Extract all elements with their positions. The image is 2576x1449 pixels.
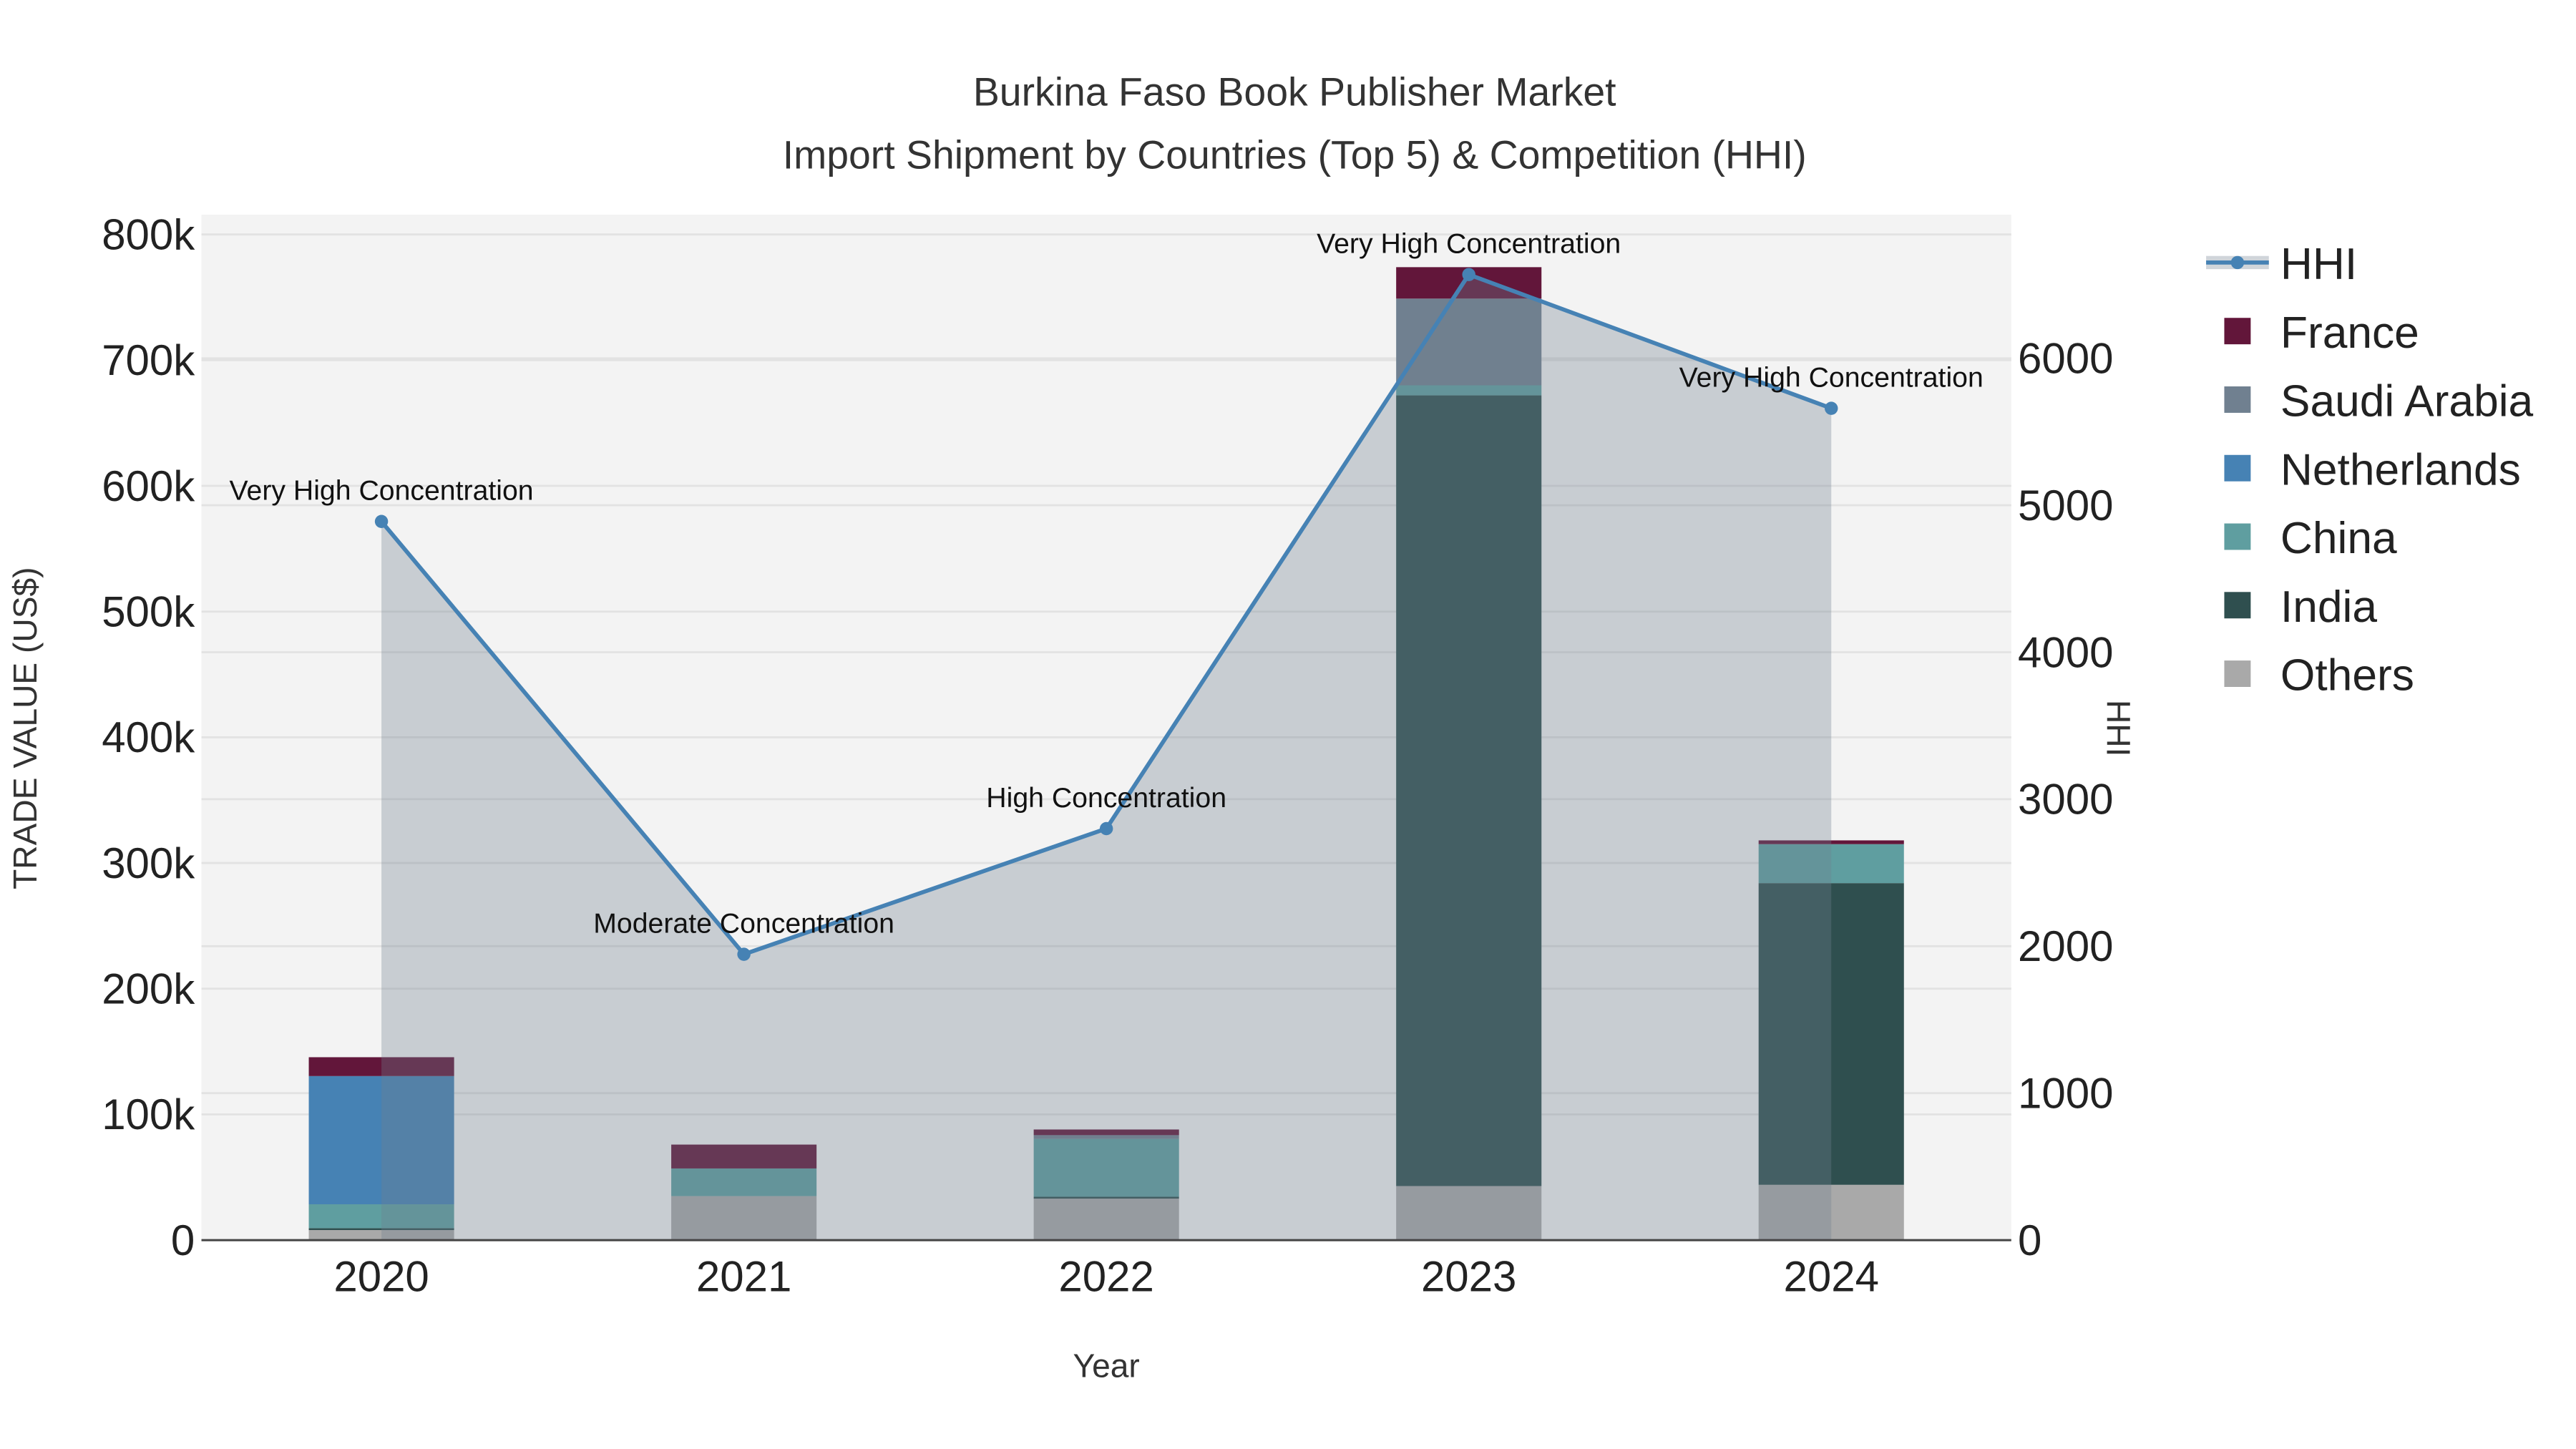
hhi-annotation: Moderate Concentration: [593, 908, 894, 940]
y-tick-label: 400k: [102, 713, 195, 761]
y2-tick-label: 3000: [2018, 776, 2113, 824]
x-tick-label: 2024: [1783, 1253, 1878, 1301]
chart: Very High Concentration Moderate Concentr…: [6, 70, 2534, 1385]
chart-title: Burkina Faso Book Publisher Market: [973, 70, 1616, 114]
legend-item-india[interactable]: India: [2280, 582, 2377, 632]
x-tick-label: 2023: [1421, 1253, 1516, 1301]
y-axis-title: TRADE VALUE (US$): [6, 567, 44, 889]
legend: HHI France Saudi Arabia Netherlands China Ind…: [2206, 240, 2534, 701]
legend-item-hhi[interactable]: HHI: [2280, 240, 2357, 289]
y-tick-label: 600k: [102, 462, 195, 510]
chart-subtitle: Import Shipment by Countries (Top 5) & C…: [783, 132, 1807, 177]
legend-swatch: [2224, 454, 2251, 482]
x-tick-label: 2020: [333, 1253, 429, 1301]
legend-swatch: [2224, 660, 2251, 687]
legend-swatch: [2224, 386, 2251, 413]
hhi-point-2024[interactable]: [1825, 401, 1838, 415]
x-tick-label: 2022: [1058, 1253, 1153, 1301]
hhi-point-2023[interactable]: [1462, 268, 1475, 281]
y2-tick-label: 4000: [2018, 628, 2113, 676]
y2-tick-label: 0: [2018, 1216, 2041, 1264]
legend-item-china[interactable]: China: [2280, 514, 2397, 563]
hhi-annotation: Very High Concentration: [1317, 228, 1621, 260]
y-tick-label: 100k: [102, 1091, 195, 1138]
legend-swatch: [2224, 523, 2251, 550]
y-tick-label: 700k: [102, 336, 195, 384]
y2-tick-label: 6000: [2018, 335, 2113, 383]
y2-tick-label: 1000: [2018, 1069, 2113, 1117]
legend-swatch: [2224, 318, 2251, 345]
hhi-point-2022[interactable]: [1099, 821, 1113, 836]
y-tick-label: 200k: [102, 965, 195, 1013]
legend-swatch: [2224, 592, 2251, 619]
legend-item-france[interactable]: France: [2280, 308, 2419, 358]
y-tick-label: 300k: [102, 839, 195, 887]
hhi-point-2021[interactable]: [737, 947, 751, 961]
legend-item-netherlands[interactable]: Netherlands: [2280, 445, 2521, 494]
legend-item-others[interactable]: Others: [2280, 651, 2414, 701]
hhi-annotation: High Concentration: [986, 782, 1226, 814]
y-tick-label: 500k: [102, 587, 195, 635]
hhi-point-2020[interactable]: [374, 514, 389, 528]
x-axis-title: Year: [1073, 1347, 1140, 1385]
y2-tick-label: 2000: [2018, 922, 2113, 970]
y2-tick-label: 5000: [2018, 482, 2113, 530]
hhi-annotation: Very High Concentration: [1679, 362, 1984, 394]
y2-axis-title: HHI: [2100, 700, 2137, 756]
legend-item-saudi-arabia[interactable]: Saudi Arabia: [2280, 377, 2534, 426]
hhi-annotation: Very High Concentration: [230, 475, 534, 507]
x-tick-label: 2021: [696, 1253, 791, 1301]
y-tick-label: 0: [171, 1216, 195, 1264]
legend-hhi-marker: [2230, 255, 2245, 270]
y-tick-label: 800k: [102, 210, 195, 258]
